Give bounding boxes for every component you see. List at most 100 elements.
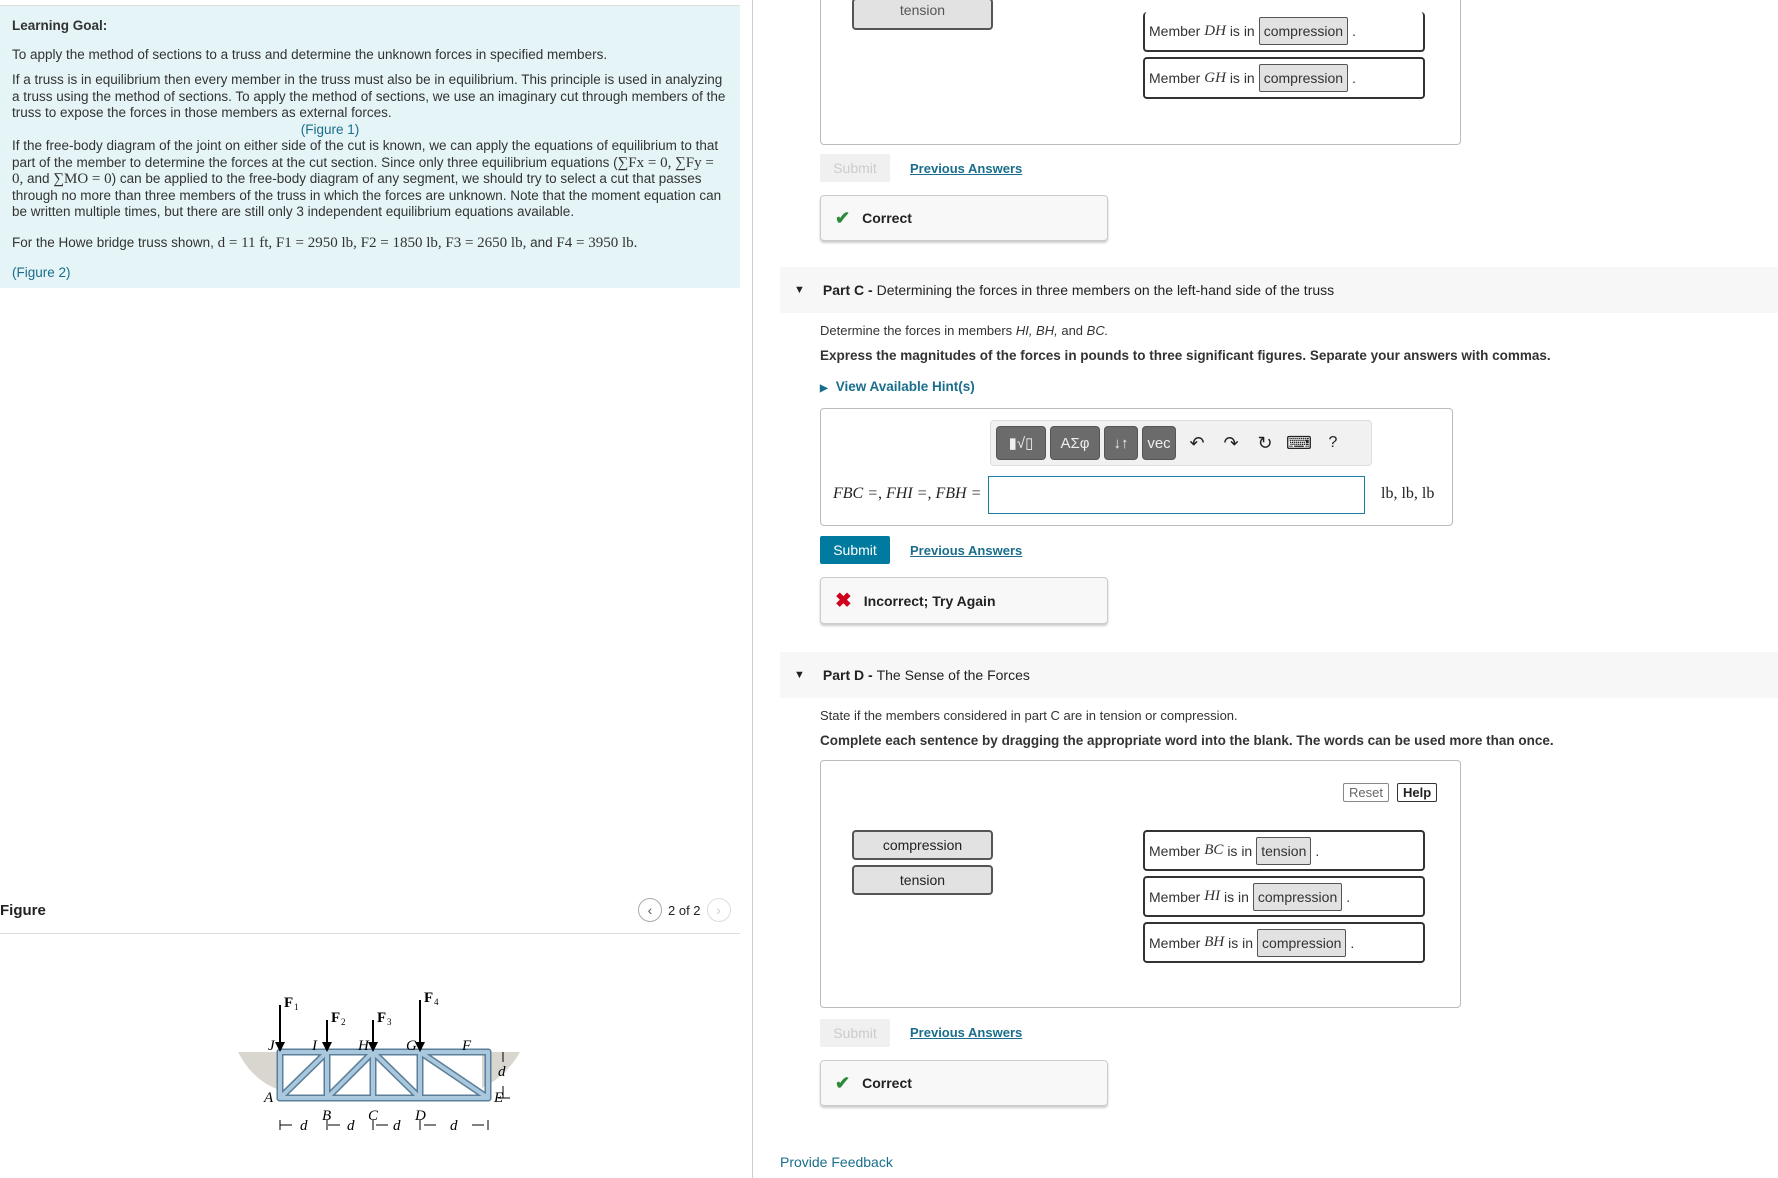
part-title: Determining the forces in three members … [876,282,1335,298]
sentence-bc: Member BC is in tension. [1143,830,1425,871]
joint-h: H [357,1038,370,1054]
answer-slot[interactable]: compression [1252,882,1343,911]
joint-j: J [268,1038,276,1054]
dim-d: d [450,1118,458,1134]
howe-truss-figure: F1 F2 F3 F4 J I H G F A B C D E d d d d … [238,990,520,1134]
equation: ∑MO = 0 [53,171,112,187]
label-f4: F [424,990,433,1006]
label: 2 [341,1017,346,1027]
figure-1-link[interactable]: (Figure 1) [301,122,360,137]
help-button[interactable]: Help [1397,783,1438,802]
part-d-previous-answers-link[interactable]: Previous Answers [910,1025,1022,1040]
pane-divider[interactable] [752,0,753,1178]
text: and [530,234,553,250]
dim-d: d [347,1118,355,1134]
redo-icon[interactable]: ↷ [1214,433,1248,454]
member-name: DH [1204,22,1226,39]
sentence-gh: Member GH is in compression. [1143,57,1425,99]
figure-title: Figure [0,902,46,919]
templates-button[interactable]: ▮√▯ [996,426,1046,460]
greek-button[interactable]: ΑΣφ [1050,426,1100,460]
joint-i: I [311,1038,318,1054]
text: is in [1229,23,1255,39]
values: F4 = 3950 lb. [556,234,638,251]
part-d-header[interactable]: ▼ Part D - The Sense of the Forces [780,652,1778,698]
part-d-feedback: ✔ Correct [820,1060,1108,1106]
part-title: The Sense of the Forces [876,667,1030,683]
reset-button[interactable]: Reset [1343,783,1389,802]
units-label: lb, lb, lb [1381,485,1435,502]
answer-slot[interactable]: tension [1256,836,1312,865]
text: HI, BH, [1015,323,1058,338]
answer-slot[interactable]: compression [1258,17,1349,45]
part-label: Part D - [822,667,873,683]
text: . [1350,934,1355,951]
chevron-right-icon[interactable]: › [706,898,731,922]
undo-icon[interactable]: ↶ [1180,433,1214,454]
hint-text: View Available Hint(s) [835,379,975,394]
part-d-submit-button[interactable]: Submit [820,1019,890,1047]
part-c-express: Express the magnitudes of the forces in … [820,348,1551,363]
part-c-submit-button[interactable]: Submit [820,536,890,564]
member-name: BC [1204,842,1224,858]
sentence-dh: Member DH is in compression. [1143,12,1425,52]
vec-button[interactable]: vec [1142,426,1176,460]
answer-slot[interactable]: compression [1258,64,1349,92]
part-c-instruction: Determine the forces in members HI, BH, … [820,323,1108,338]
text: Member [1149,934,1201,951]
goal-text: To apply the method of sections to a tru… [12,46,608,62]
text: is in [1228,934,1254,951]
goal-paragraph: If a truss is in equilibrium then every … [12,72,726,120]
goal-paragraph-equations: If the free-body diagram of the joint on… [12,138,728,221]
force-arrows [279,1000,421,1045]
joint-g: G [406,1038,417,1054]
part-c-header[interactable]: ▼ Part C - Determining the forces in thr… [780,267,1778,313]
text: . [1352,23,1356,39]
text: is in [1223,888,1249,905]
figure-pager: ‹ 2 of 2 › [638,898,731,922]
text: ) can be applied to the free-body diagra… [12,171,722,219]
view-hints-link[interactable]: ▶ View Available Hint(s) [820,379,975,394]
joint-a: A [263,1090,274,1106]
tile-compression[interactable]: compression [852,830,993,860]
member-name: BH [1204,934,1225,950]
part-b-submit-button[interactable]: Submit [820,154,890,182]
label: 4 [434,997,439,1007]
label-f2: F [331,1010,340,1026]
feedback-text: Correct [862,210,912,226]
chevron-left-icon[interactable]: ‹ [638,898,662,922]
figure-2-link[interactable]: (Figure 2) [12,265,71,280]
tile-tension[interactable]: tension [852,0,993,30]
part-b-previous-answers-link[interactable]: Previous Answers [910,161,1022,176]
divider [0,933,740,934]
part-label: Part C - [822,282,873,298]
text: Member [1149,842,1201,859]
pager-text: 2 of 2 [668,902,701,918]
member-name: HI [1204,888,1221,904]
part-d-instruction: State if the members considered in part … [820,708,1238,723]
feedback-text: Correct [862,1075,912,1091]
sentence-hi: Member HI is in compression. [1143,876,1425,917]
collapse-triangle-icon[interactable]: ▼ [794,669,805,681]
reset-icon[interactable]: ↻ [1248,433,1282,454]
text: is in [1227,842,1253,859]
text: . [1315,842,1320,859]
answer-slot[interactable]: compression [1257,928,1347,957]
member-name: GH [1204,69,1226,86]
provide-feedback-link[interactable]: Provide Feedback [780,1154,893,1170]
answer-label: FBC =, FHI =, FBH = [833,485,982,502]
tile-tension[interactable]: tension [852,865,993,895]
x-icon: ✖ [835,590,852,612]
part-c-previous-answers-link[interactable]: Previous Answers [910,543,1022,558]
arrows-button[interactable]: ↓↑ [1104,426,1138,460]
sentence-bh: Member BH is in compression. [1143,922,1425,963]
check-icon: ✔ [835,1072,851,1093]
keyboard-icon[interactable]: ⌨ [1282,433,1316,454]
label-f3: F [377,1010,386,1026]
collapse-triangle-icon[interactable]: ▼ [794,284,805,296]
text: Member [1149,70,1201,86]
part-d-directions: Complete each sentence by dragging the a… [820,733,1554,748]
help-icon[interactable]: ? [1316,434,1350,452]
answer-input[interactable] [988,476,1365,514]
text: If the free-body diagram of the joint on… [12,138,719,170]
